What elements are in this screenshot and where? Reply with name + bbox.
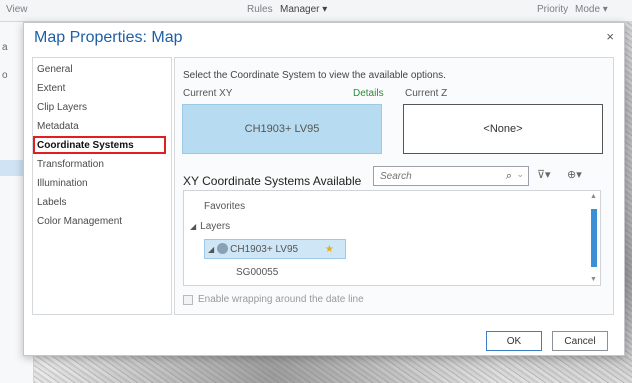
expand-arrow-icon[interactable]: ◢	[208, 245, 214, 254]
search-field[interactable]: ⌕ ⌄	[373, 166, 529, 186]
tree-item-layers[interactable]: ◢ Layers	[190, 221, 230, 232]
chevron-down-icon[interactable]: ⌄	[516, 169, 524, 180]
side-panel-stub-b: o	[2, 70, 8, 81]
side-panel-stub-a: a	[2, 42, 8, 53]
current-xy-value: CH1903+ LV95	[244, 123, 320, 135]
nav-item-color-management[interactable]: Color Management	[37, 216, 122, 227]
filter-icon[interactable]: ⊽▾	[537, 168, 551, 181]
close-icon[interactable]: ×	[606, 29, 614, 44]
nav-item-clip-layers[interactable]: Clip Layers	[37, 102, 87, 113]
current-xy-box[interactable]: CH1903+ LV95	[182, 104, 382, 154]
wrap-dateline-checkbox[interactable]	[183, 294, 193, 305]
properties-nav: General Extent Clip Layers Metadata Coor…	[32, 57, 172, 315]
favorite-star-icon[interactable]: ★	[325, 244, 334, 255]
dialog-title: Map Properties: Map	[34, 29, 183, 46]
coordinate-systems-tree: Favorites ◢ Layers ◢ CH1903+ LV95 ★ SG0005…	[183, 190, 601, 286]
nav-item-metadata[interactable]: Metadata	[37, 121, 79, 132]
nav-highlight-box	[33, 136, 166, 154]
tree-item-ch1903-label: CH1903+ LV95	[230, 244, 299, 255]
available-systems-title: XY Coordinate Systems Available	[183, 174, 362, 188]
coordinate-systems-panel: Select the Coordinate System to view the…	[174, 57, 614, 315]
tree-item-sg00055[interactable]: SG00055	[236, 267, 278, 278]
details-link[interactable]: Details	[353, 88, 384, 99]
nav-item-general[interactable]: General	[37, 64, 73, 75]
cancel-button[interactable]: Cancel	[552, 331, 608, 351]
ok-button[interactable]: OK	[486, 331, 542, 351]
current-z-label: Current Z	[405, 88, 448, 99]
tree-item-favorites[interactable]: Favorites	[204, 201, 245, 212]
nav-item-labels[interactable]: Labels	[37, 197, 66, 208]
tree-item-layers-label: Layers	[200, 221, 231, 232]
current-z-box[interactable]: <None>	[403, 104, 603, 154]
nav-item-extent[interactable]: Extent	[37, 83, 65, 94]
search-input[interactable]	[374, 167, 484, 185]
menu-priority[interactable]: Priority	[537, 4, 568, 15]
menu-rules[interactable]: Rules	[247, 4, 273, 15]
panel-hint: Select the Coordinate System to view the…	[183, 70, 446, 81]
expand-arrow-icon[interactable]: ◢	[190, 222, 196, 231]
app-toolbar: View Rules Manager ▾ Priority Mode ▾	[0, 0, 632, 22]
menu-mode[interactable]: Mode ▾	[575, 4, 608, 15]
nav-item-illumination[interactable]: Illumination	[37, 178, 88, 189]
globe-icon	[217, 243, 229, 254]
map-properties-dialog: Map Properties: Map × General Extent Cli…	[23, 22, 625, 356]
globe-add-icon[interactable]: ⊕▾	[567, 168, 582, 181]
tree-item-ch1903[interactable]: ◢ CH1903+ LV95 ★	[208, 243, 334, 255]
scroll-up-icon[interactable]: ▲	[590, 193, 597, 200]
tree-scrollbar[interactable]: ▲ ▼	[590, 193, 598, 283]
search-icon[interactable]: ⌕	[506, 170, 512, 183]
nav-item-transformation[interactable]: Transformation	[37, 159, 104, 170]
scroll-down-icon[interactable]: ▼	[590, 276, 597, 283]
menu-manager[interactable]: Manager ▾	[280, 4, 327, 15]
menu-view[interactable]: View	[6, 4, 28, 15]
wrap-dateline-label: Enable wrapping around the date line	[198, 294, 364, 305]
current-xy-label: Current XY	[183, 88, 233, 99]
scrollbar-thumb[interactable]	[591, 209, 597, 267]
wrap-dateline-option[interactable]: Enable wrapping around the date line	[183, 294, 364, 305]
current-z-value: <None>	[483, 123, 523, 135]
